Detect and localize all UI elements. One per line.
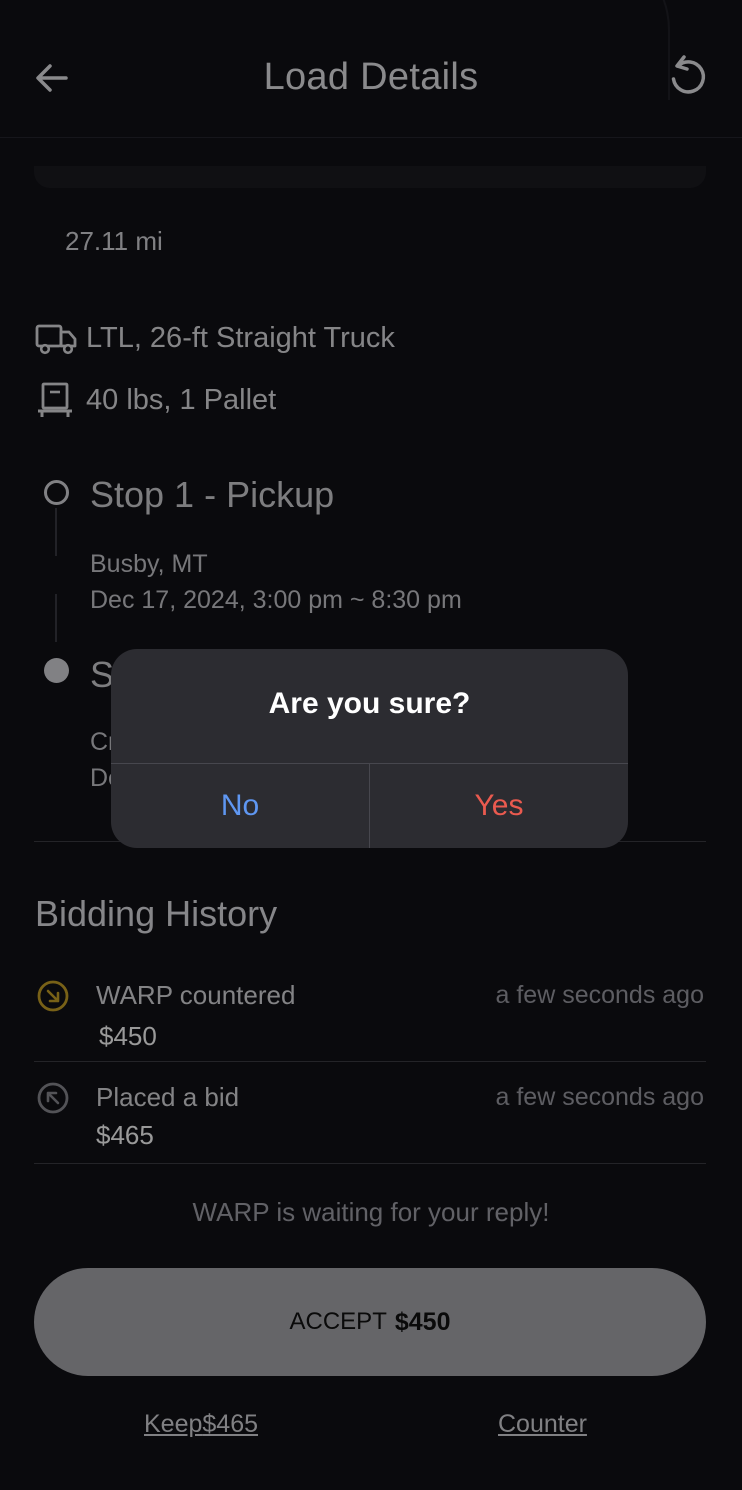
dialog-title: Are you sure? [268, 687, 471, 720]
confirm-dialog: Are you sure? No Yes [111, 649, 628, 848]
dialog-no-button[interactable]: No [111, 764, 369, 848]
load-details-screen: Load Details 27.11 mi LTL, 26-ft Straigh… [0, 0, 742, 1490]
dialog-yes-button[interactable]: Yes [370, 764, 628, 848]
